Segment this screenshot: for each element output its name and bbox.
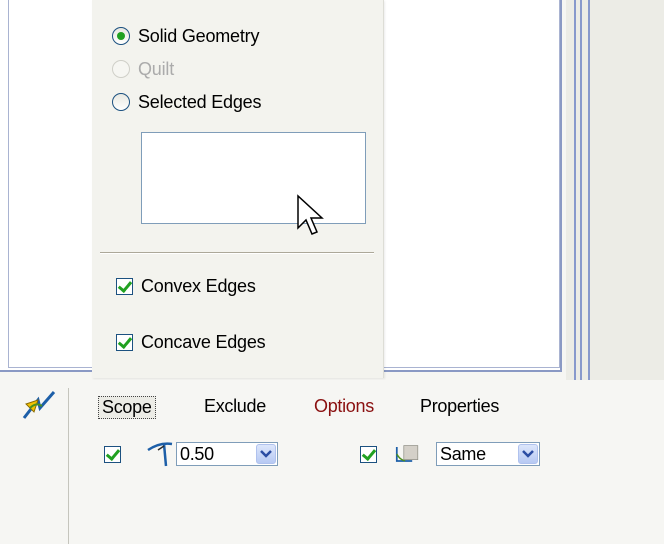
dashboard-divider bbox=[68, 388, 69, 544]
checkbox-convex-edges[interactable]: Convex Edges bbox=[116, 274, 256, 298]
checkbox[interactable] bbox=[116, 333, 133, 351]
radio-label: Selected Edges bbox=[138, 91, 262, 112]
divider-line bbox=[580, 0, 582, 380]
transition-icon bbox=[395, 445, 419, 462]
tab-options[interactable]: Options bbox=[314, 396, 374, 417]
radio-button[interactable] bbox=[112, 93, 130, 111]
tab-properties[interactable]: Properties bbox=[420, 396, 499, 417]
radius-value: 0.50 bbox=[180, 443, 214, 464]
radio-selected-edges[interactable]: Selected Edges bbox=[112, 90, 261, 114]
checkbox-label: Convex Edges bbox=[141, 275, 256, 296]
radio-label: Solid Geometry bbox=[138, 25, 260, 46]
radio-button[interactable] bbox=[112, 27, 130, 45]
checkbox[interactable] bbox=[116, 277, 133, 295]
transition-combobox[interactable]: Same bbox=[436, 442, 540, 466]
mouse-pointer-icon bbox=[297, 194, 324, 235]
round-feature-icon bbox=[22, 391, 56, 419]
checkbox-concave-edges[interactable]: Concave Edges bbox=[116, 330, 266, 354]
tab-scope[interactable]: Scope bbox=[98, 396, 156, 419]
transition-value: Same bbox=[440, 443, 486, 464]
divider-line bbox=[574, 0, 576, 380]
chevron-down-icon[interactable] bbox=[256, 444, 276, 464]
radio-quilt: Quilt bbox=[112, 57, 174, 81]
selected-edges-collector[interactable] bbox=[141, 132, 366, 224]
panel-separator bbox=[100, 252, 374, 254]
scope-panel: Solid Geometry Quilt Selected Edges Conv… bbox=[92, 0, 384, 378]
tab-exclude[interactable]: Exclude bbox=[204, 396, 266, 417]
radio-button bbox=[112, 60, 130, 78]
divider-line bbox=[588, 0, 590, 380]
radius-icon bbox=[147, 442, 173, 467]
radio-solid-geometry[interactable]: Solid Geometry bbox=[112, 24, 259, 48]
radio-label: Quilt bbox=[138, 58, 175, 79]
transition-checkbox[interactable] bbox=[360, 446, 377, 463]
radius-combobox[interactable]: 0.50 bbox=[176, 442, 278, 466]
radius-checkbox[interactable] bbox=[104, 446, 121, 463]
checkbox-label: Concave Edges bbox=[141, 331, 266, 352]
chevron-down-icon[interactable] bbox=[518, 444, 538, 464]
